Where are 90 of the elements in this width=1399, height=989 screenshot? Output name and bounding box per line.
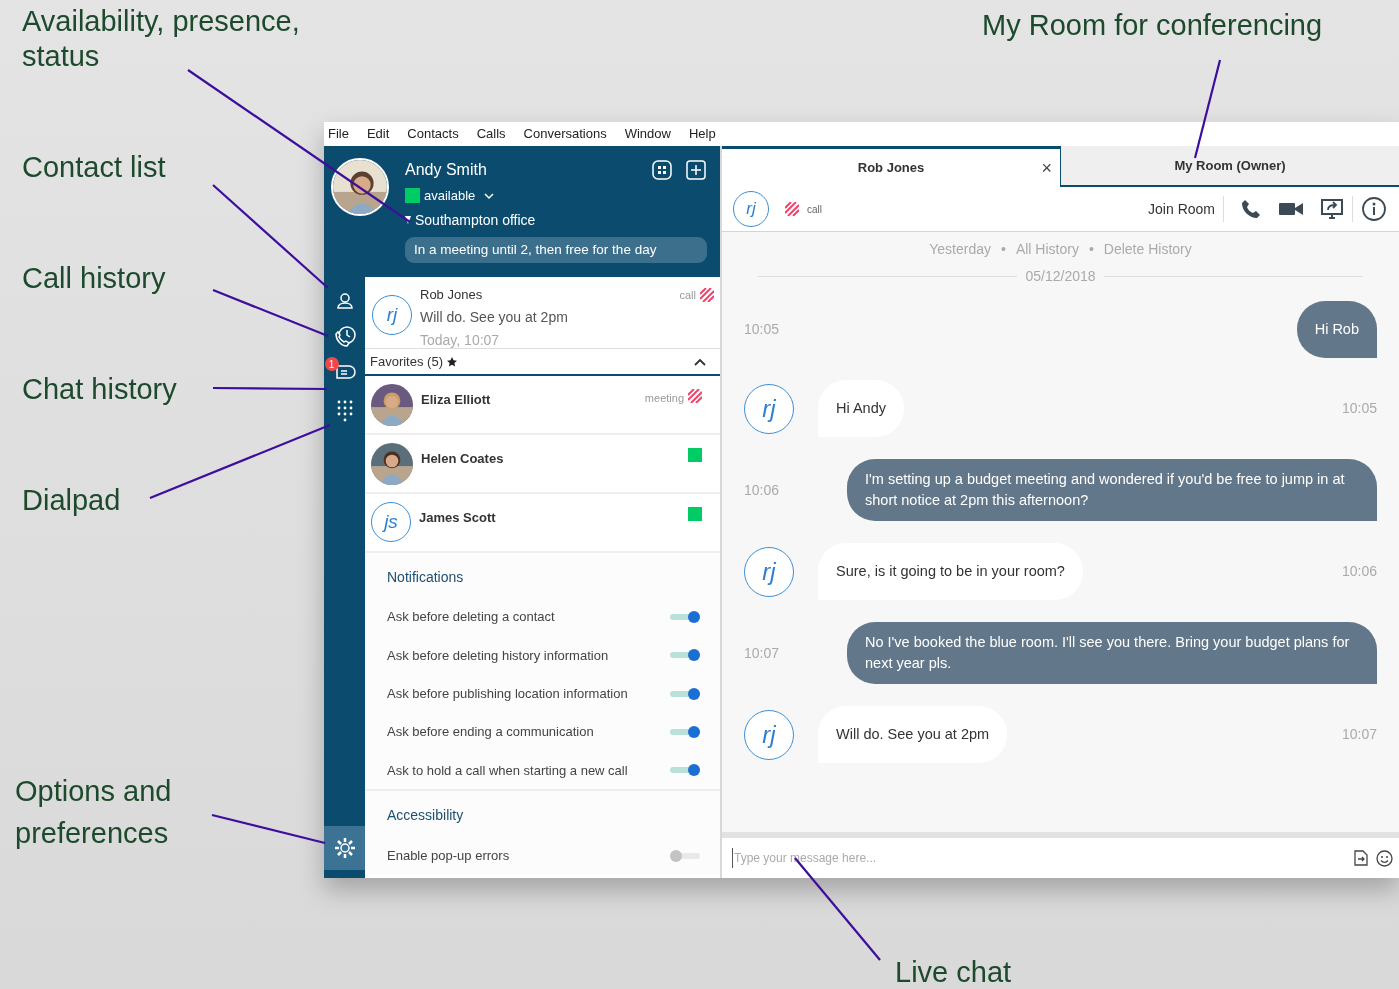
message-time: 10:06 [1341,562,1377,582]
tab-label: Rob Jones [857,159,925,178]
contact-name: Eliza Elliott [421,391,492,409]
emoji-icon[interactable] [1376,849,1393,867]
message-preview: Will do. See you at 2pm [420,307,569,327]
separator-dot: • [1088,240,1094,259]
setting-label: Ask before ending a communication [387,723,595,742]
contact-name: Helen Coates [421,450,505,468]
separator-dot: • [1001,240,1006,259]
close-button[interactable]: × [1041,155,1052,182]
tab-label: My Room (Owner) [1174,156,1286,175]
menu-item[interactable]: File [328,124,349,144]
favorites-header[interactable]: Favorites (5) [365,349,720,376]
contact-item[interactable]: Eliza Elliott meeting [365,376,720,435]
settings-icon[interactable] [332,836,357,860]
chevron-down-icon[interactable] [483,190,496,201]
tab[interactable]: My Room (Owner) [1060,146,1399,187]
section-title: Favorites (5) [370,352,443,371]
info-icon[interactable] [1361,196,1387,222]
toggle-switch[interactable] [670,649,700,662]
toggle-switch[interactable] [670,764,700,777]
message-bubble: Hi Rob [1296,301,1377,358]
toggle-switch[interactable] [670,687,700,700]
presence-label: meeting [644,391,684,406]
message-bubble: I'm setting up a budget meeting and wondered if you'd be free to jump in at short notice at 2pm this afternoon? [847,459,1377,522]
status-dropdown[interactable]: available [424,186,476,206]
message-time: 10:06 [744,480,780,500]
location-text: Southampton office [415,210,536,230]
callout-label: Contact list [22,150,166,185]
menu-item[interactable]: Calls [476,124,506,144]
callout-label: Call history [22,261,166,296]
status-note[interactable]: In a meeting until 2, then free for the day [405,236,707,263]
callout-label: Options and preferences [15,774,173,851]
presence-label: call [679,287,696,303]
section-heading: Accessibility [387,806,465,826]
setting-label: Ask before deleting a contact [387,608,556,627]
message-time: Today, 10:07 [420,330,501,350]
message-time: 10:07 [744,643,780,663]
chevron-up-icon[interactable] [694,357,706,366]
add-icon[interactable] [685,159,707,181]
callout-label: Chat history [22,372,177,407]
avatar-initials: rj [372,295,412,335]
avatar-initials: rj [733,191,769,227]
avatar-initials: rj [744,383,794,434]
section-heading: Notifications [387,568,465,587]
toggle-switch[interactable] [670,726,700,739]
file-icon[interactable] [1354,850,1368,866]
setting-label: Ask before deleting history information [387,646,610,665]
message-bubble: Sure, is it going to be in your room? [818,543,1083,601]
presence-label: call [807,202,822,217]
video-camera-icon[interactable] [1278,200,1304,218]
contact-item[interactable]: Helen Coates [365,435,720,494]
join-room-link[interactable]: Join Room [1148,198,1215,220]
message-time: 10:07 [1341,725,1377,745]
date-label: 05/12/2018 [1025,267,1096,286]
toggle-switch[interactable] [670,849,700,862]
notification-badge: 1 [324,357,339,371]
message-time: 10:05 [1341,399,1377,418]
contact-name: James Scott [419,509,497,527]
menu-item[interactable]: Contacts [407,124,459,144]
menu-item[interactable]: Window [624,124,671,144]
message-bubble: Will do. See you at 2pm [818,706,1008,764]
building-icon[interactable] [651,159,673,181]
phone-icon[interactable] [1240,198,1262,220]
message-bubble: Hi Andy [818,380,904,437]
location-pin-icon [405,216,411,224]
callout-label: Live chat [895,955,1012,989]
dialpad-icon[interactable] [335,399,354,423]
callout-label: Dialpad [22,483,121,518]
contact-name: Rob Jones [420,286,484,304]
avatar-initials: js [371,502,411,542]
star-icon [446,356,457,367]
menu-item[interactable]: Edit [366,124,390,144]
avatar-initials: rj [744,709,794,760]
contacts-icon[interactable] [334,291,355,311]
screen-share-icon[interactable] [1320,198,1344,220]
setting-label: Ask to hold a call when starting a new call [387,761,629,780]
avatar-initials: rj [744,546,794,597]
user-name: Andy Smith [405,160,488,180]
menu-item[interactable]: Conversations [523,124,607,144]
toggle-switch[interactable] [670,611,700,624]
message-bubble: No I've booked the blue room. I'll see you there. Bring your budget plans for next year pls. [847,622,1377,685]
callout-label: My Room for conferencing [982,8,1323,43]
callout-label: Availability, presence, status [22,4,301,74]
menu-item[interactable]: Help [688,124,716,144]
message-time: 10:05 [744,320,780,339]
setting-label: Enable pop-up errors [387,846,511,865]
setting-label: Ask before publishing location information [387,685,629,703]
recent-conversation[interactable]: rj Rob Jones call Will do. See you at 2pm Today, 10:07 [365,277,720,349]
phone-clock-icon[interactable] [332,325,357,349]
